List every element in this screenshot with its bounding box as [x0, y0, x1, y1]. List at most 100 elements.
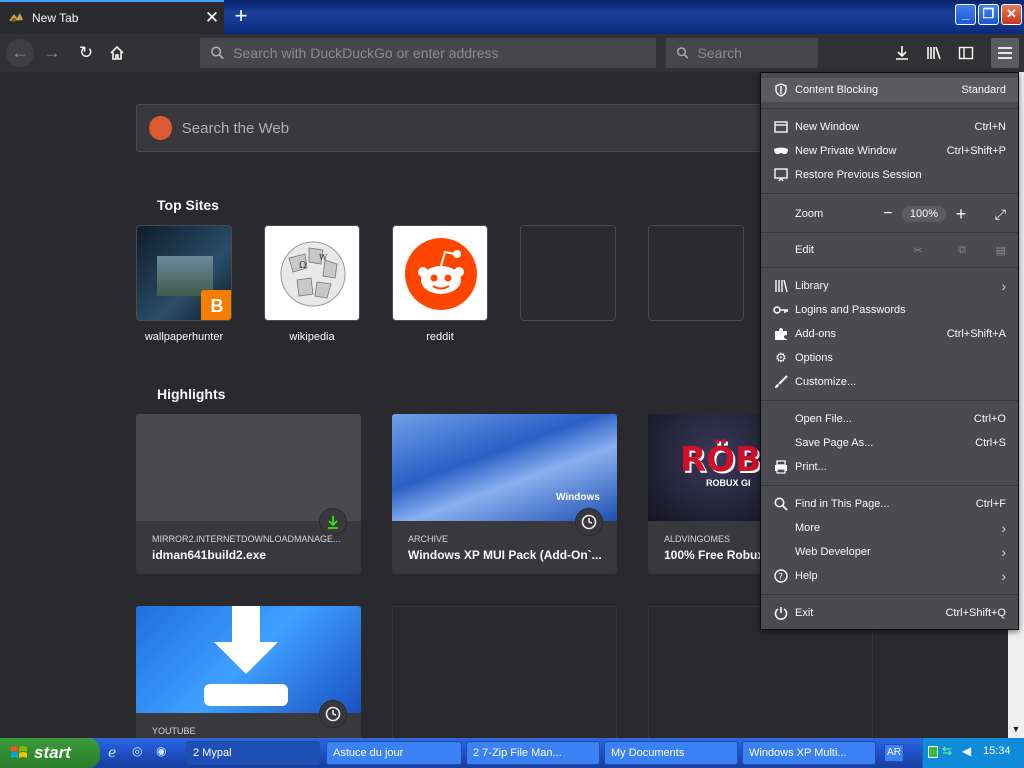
hamburger-menu-icon[interactable]	[991, 38, 1019, 68]
new-tab-button[interactable]: +	[228, 4, 254, 30]
menu-item-options[interactable]: ⚙ Options	[761, 346, 1018, 370]
library-icon	[771, 278, 791, 294]
empty-top-site-tile	[648, 225, 744, 321]
top-site-tile[interactable]: Ω W	[264, 225, 360, 321]
menu-item-find[interactable]: Find in This Page... Ctrl+F	[761, 492, 1018, 516]
search-input[interactable]	[697, 45, 818, 61]
system-clock: 15:34	[983, 745, 1011, 757]
highlight-card[interactable]: YOUTUBE	[136, 606, 361, 738]
app-menu-panel: Content Blocking Standard New Window Ctr…	[760, 72, 1019, 630]
reddit-logo-icon	[405, 238, 477, 310]
roblox-logo: RÖB	[680, 440, 761, 480]
nav-toolbar: ← → ↻	[0, 34, 1024, 72]
menu-item-logins[interactable]: Logins and Passwords	[761, 298, 1018, 322]
taskbar-item-my-documents[interactable]: My Documents	[604, 741, 738, 765]
download-arrow-graphic	[204, 606, 288, 706]
highlight-preview	[136, 414, 361, 521]
close-tab-icon[interactable]: ✕	[200, 8, 224, 28]
menu-item-customize[interactable]: Customize...	[761, 370, 1018, 394]
url-input[interactable]	[233, 45, 656, 61]
highlight-card[interactable]: Windows ARCHIVE Windows XP MUI Pack (Add…	[392, 414, 617, 574]
menu-item-exit[interactable]: Exit Ctrl+Shift+Q	[761, 601, 1018, 625]
top-site-tile[interactable]: B	[136, 225, 232, 321]
duckduckgo-logo-icon	[149, 116, 172, 140]
top-site-tile[interactable]	[392, 225, 488, 321]
volume-icon[interactable]: ◀	[962, 744, 971, 758]
highlight-title: Windows XP MUI Pack (Add-On`...	[408, 548, 602, 562]
menu-item-new-private-window[interactable]: New Private Window Ctrl+Shift+P	[761, 139, 1018, 163]
menu-item-web-developer[interactable]: Web Developer ›	[761, 540, 1018, 564]
private-mask-icon	[771, 143, 791, 159]
fullscreen-icon[interactable]: ⤢	[976, 206, 1006, 223]
sidebar-icon[interactable]	[952, 40, 980, 66]
gear-icon: ⚙	[775, 350, 787, 365]
search-icon	[677, 47, 689, 59]
highlight-card[interactable]: MIRROR2.INTERNETDOWNLOADMANAGE... idman6…	[136, 414, 361, 574]
web-search-input[interactable]	[181, 119, 785, 137]
empty-top-site-tile	[520, 225, 616, 321]
start-button[interactable]: start	[0, 738, 100, 768]
robux-caption: ROBUX GI	[706, 478, 751, 488]
zoom-in-button[interactable]: +	[946, 204, 976, 225]
forward-arrow-icon[interactable]: →	[38, 40, 66, 66]
scroll-down-arrow-icon[interactable]: ▼	[1008, 720, 1024, 738]
highlight-source: MIRROR2.INTERNETDOWNLOADMANAGE...	[152, 534, 341, 544]
globe-icon[interactable]: ◎	[132, 744, 150, 762]
cut-icon[interactable]: ✂	[896, 244, 940, 257]
minimize-button[interactable]: _	[955, 4, 976, 25]
highlight-preview	[136, 606, 361, 713]
highlights-title: Highlights	[157, 386, 226, 402]
top-site-label: reddit	[426, 331, 454, 343]
close-window-button[interactable]: ✕	[1001, 4, 1022, 25]
restore-button[interactable]: ❐	[978, 4, 999, 25]
library-icon[interactable]	[920, 40, 948, 66]
network-icon[interactable]: ⇆	[942, 744, 952, 758]
url-bar[interactable]	[200, 38, 656, 68]
key-icon	[771, 302, 791, 318]
chevron-right-icon: ›	[1001, 544, 1006, 560]
menu-item-library[interactable]: Library ›	[761, 274, 1018, 298]
menu-item-addons[interactable]: Add-ons Ctrl+Shift+A	[761, 322, 1018, 346]
zoom-reset-button[interactable]: 100%	[901, 206, 946, 222]
chevron-right-icon: ›	[1001, 278, 1006, 294]
tray-app-icon[interactable]	[928, 746, 938, 758]
tab-new-tab[interactable]: New Tab ✕	[0, 0, 224, 34]
menu-item-zoom: Zoom − 100% + ⤢	[795, 203, 1006, 225]
copy-icon[interactable]: ⧉	[940, 244, 984, 257]
menu-item-content-blocking[interactable]: Content Blocking Standard	[761, 78, 1018, 102]
search-icon	[211, 46, 224, 60]
taskbar-item-7zip[interactable]: 2 7-Zip File Man...	[466, 741, 600, 765]
media-player-icon[interactable]: ◉	[156, 744, 174, 762]
taskbar-item-windows-xp[interactable]: Windows XP Multi...	[742, 741, 876, 765]
web-search-box[interactable]	[136, 104, 786, 152]
home-icon[interactable]	[103, 40, 131, 66]
svg-text:Ω: Ω	[299, 261, 306, 271]
tab-title: New Tab	[32, 11, 79, 25]
windows-xp-logo: Windows	[556, 492, 600, 503]
restore-session-icon	[771, 167, 791, 183]
menu-item-more[interactable]: More ›	[761, 516, 1018, 540]
internet-explorer-icon[interactable]: ℯ	[108, 744, 126, 762]
language-indicator[interactable]: AR	[884, 744, 904, 762]
reload-icon[interactable]: ↻	[72, 40, 100, 66]
menu-item-save-page[interactable]: Save Page As... Ctrl+S	[761, 431, 1018, 455]
taskbar-item-astuce[interactable]: Astuce du jour	[326, 741, 462, 765]
menu-item-open-file[interactable]: Open File... Ctrl+O	[761, 407, 1018, 431]
search-bar[interactable]	[666, 38, 818, 68]
svg-text:?: ?	[778, 573, 783, 583]
top-site-label: wikipedia	[289, 331, 335, 343]
paste-icon[interactable]: ▤	[984, 244, 1006, 257]
back-arrow-icon[interactable]: ←	[6, 39, 34, 67]
wikipedia-globe-icon: Ω W	[280, 241, 346, 307]
paintbrush-icon	[771, 374, 791, 390]
downloads-icon[interactable]	[888, 40, 916, 66]
menu-item-help[interactable]: ? Help ›	[761, 564, 1018, 588]
taskbar-item-mypal[interactable]: 2 Mypal	[186, 741, 320, 765]
highlight-title: idman641build2.exe	[152, 548, 267, 562]
zoom-out-button[interactable]: −	[874, 205, 902, 223]
top-site-label: wallpaperhunter	[144, 331, 224, 343]
menu-item-print[interactable]: Print...	[761, 455, 1018, 479]
empty-highlight-card	[392, 606, 617, 738]
menu-item-new-window[interactable]: New Window Ctrl+N	[761, 115, 1018, 139]
menu-item-restore-session[interactable]: Restore Previous Session	[761, 163, 1018, 187]
